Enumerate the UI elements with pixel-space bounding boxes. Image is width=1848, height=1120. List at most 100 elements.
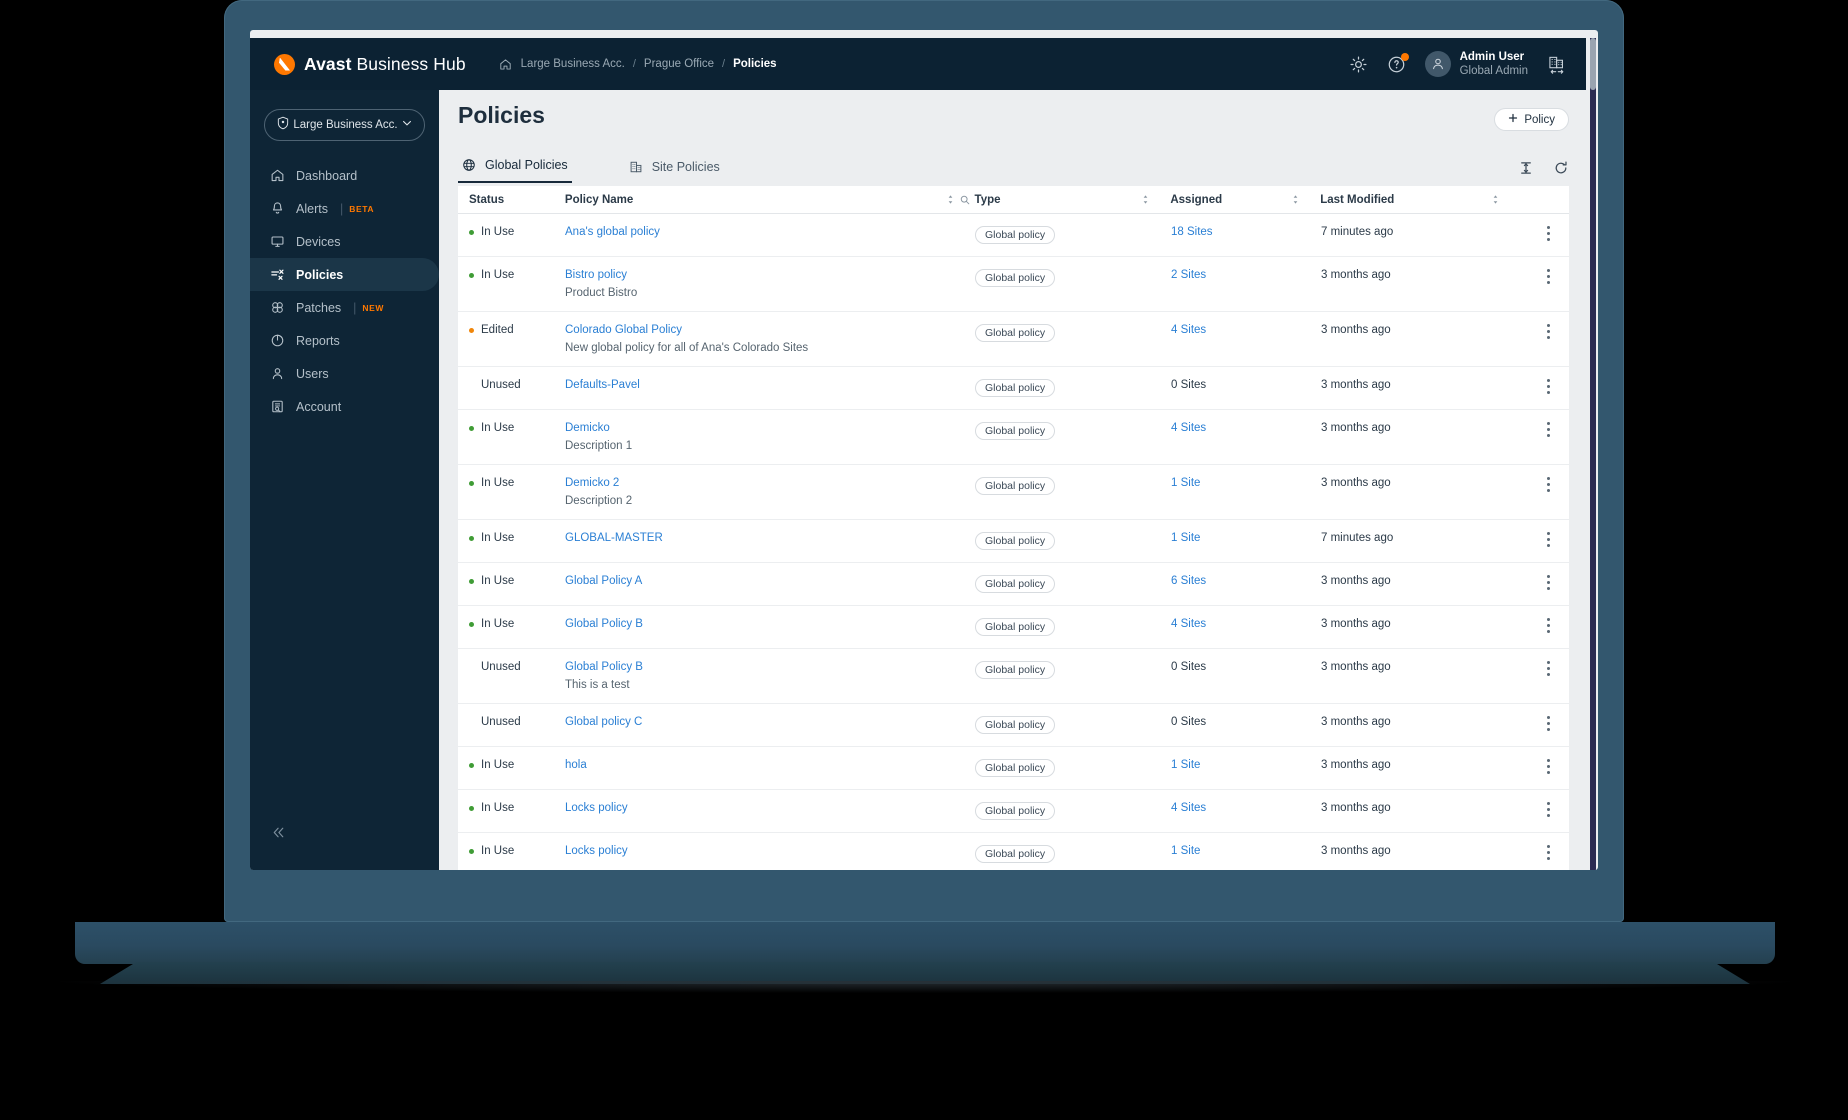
- help-circle-icon[interactable]: [1387, 52, 1409, 74]
- assigned-sites-link[interactable]: 18 Sites: [1171, 226, 1213, 238]
- policy-name-link[interactable]: hola: [565, 759, 587, 771]
- table-row[interactable]: In Use hola Global policy 1 Site 3 months ag…: [458, 747, 1569, 790]
- add-policy-button[interactable]: Policy: [1494, 108, 1569, 131]
- row-menu-kebab-icon[interactable]: [1547, 226, 1550, 241]
- sidebar-item-dashboard[interactable]: Dashboard: [250, 159, 439, 192]
- assigned-cell: 1 Site: [1160, 477, 1310, 489]
- assigned-sites-link[interactable]: 4 Sites: [1171, 802, 1206, 814]
- row-menu-kebab-icon[interactable]: [1547, 379, 1550, 394]
- patches-icon: [270, 300, 285, 315]
- row-menu-kebab-icon[interactable]: [1547, 618, 1550, 633]
- table-row[interactable]: In Use Ana's global policy Global policy 18…: [458, 214, 1569, 257]
- sort-icon[interactable]: [1292, 194, 1299, 205]
- policy-name-link[interactable]: Locks policy: [565, 845, 628, 857]
- row-menu-kebab-icon[interactable]: [1547, 845, 1550, 860]
- assigned-sites-link[interactable]: 1 Site: [1171, 759, 1200, 771]
- assigned-sites-link[interactable]: 4 Sites: [1171, 324, 1206, 336]
- sidebar-item-alerts[interactable]: Alerts | BETA: [250, 192, 439, 225]
- sort-icon[interactable]: [1492, 194, 1499, 205]
- row-menu-kebab-icon[interactable]: [1547, 324, 1550, 339]
- page-scrollbar-thumb[interactable]: [1590, 38, 1596, 90]
- policy-name-cell: GLOBAL-MASTER: [554, 532, 964, 544]
- policy-name-link[interactable]: Colorado Global Policy: [565, 324, 682, 336]
- policy-type-cell: Global policy: [964, 845, 1160, 863]
- sidebar-item-patches[interactable]: Patches | NEW: [250, 291, 439, 324]
- bell-icon: [270, 201, 285, 216]
- table-row[interactable]: Unused Global Policy B This is a test Globa…: [458, 649, 1569, 704]
- breadcrumb-item-0[interactable]: Large Business Acc.: [521, 58, 625, 70]
- row-height-icon[interactable]: [1518, 160, 1534, 176]
- sidebar-item-policies[interactable]: Policies: [250, 258, 439, 291]
- policy-name-link[interactable]: Global Policy B: [565, 661, 643, 673]
- policy-name-link[interactable]: Global policy C: [565, 716, 642, 728]
- sort-icon[interactable]: [947, 194, 954, 205]
- column-header-type[interactable]: Type: [964, 186, 1160, 213]
- table-row[interactable]: In Use Demicko 2 Description 2 Global polic…: [458, 465, 1569, 520]
- table-row[interactable]: In Use Demicko Description 1 Global policy 4…: [458, 410, 1569, 465]
- table-row[interactable]: In Use Locks policy Global policy 4 Sites 3 …: [458, 790, 1569, 833]
- row-menu-kebab-icon[interactable]: [1547, 575, 1550, 590]
- sidebar-item-reports[interactable]: Reports: [250, 324, 439, 357]
- assigned-sites-link[interactable]: 1 Site: [1171, 532, 1200, 544]
- policy-name-link[interactable]: Global Policy B: [565, 618, 643, 630]
- gear-icon[interactable]: [1349, 55, 1368, 74]
- user-menu[interactable]: Admin User Global Admin: [1424, 50, 1528, 79]
- table-row[interactable]: In Use Bistro policy Product Bistro Global …: [458, 257, 1569, 312]
- row-menu-kebab-icon[interactable]: [1547, 422, 1550, 437]
- tab-global-policies[interactable]: Global Policies: [458, 158, 572, 183]
- row-actions-cell: [1510, 802, 1569, 817]
- row-menu-kebab-icon[interactable]: [1547, 269, 1550, 284]
- column-header-last-modified[interactable]: Last Modified: [1309, 186, 1509, 213]
- user-role: Global Admin: [1459, 65, 1528, 77]
- account-switcher[interactable]: Large Business Acc.: [264, 109, 425, 141]
- breadcrumb-separator: /: [722, 58, 726, 70]
- sidebar-item-devices[interactable]: Devices: [250, 225, 439, 258]
- table-row[interactable]: Unused Global policy C Global policy 0 Site…: [458, 704, 1569, 747]
- breadcrumb-item-1[interactable]: Prague Office: [644, 58, 714, 70]
- table-header-row: Status Policy Name Type Assigned Last Mo…: [458, 186, 1569, 214]
- assigned-sites-link[interactable]: 4 Sites: [1171, 618, 1206, 630]
- policy-name-link[interactable]: Defaults-Pavel: [565, 379, 640, 391]
- table-row[interactable]: In Use Global Policy B Global policy 4 Site…: [458, 606, 1569, 649]
- refresh-icon[interactable]: [1553, 160, 1569, 176]
- policy-name-link[interactable]: Locks policy: [565, 802, 628, 814]
- assigned-sites-link[interactable]: 2 Sites: [1171, 269, 1206, 281]
- row-menu-kebab-icon[interactable]: [1547, 759, 1550, 774]
- page-scrollbar[interactable]: [1590, 38, 1596, 870]
- table-row[interactable]: In Use Global Policy A Global policy 6 Site…: [458, 563, 1569, 606]
- table-row[interactable]: In Use GLOBAL-MASTER Global policy 1 Site 7 …: [458, 520, 1569, 563]
- table-row[interactable]: Unused Defaults-Pavel Global policy 0 Sites…: [458, 367, 1569, 410]
- sort-icon[interactable]: [1142, 194, 1149, 205]
- column-header-policy-name[interactable]: Policy Name: [554, 186, 969, 213]
- status-cell: In Use: [458, 845, 554, 857]
- policy-name-link[interactable]: Ana's global policy: [565, 226, 660, 238]
- assigned-sites-link[interactable]: 6 Sites: [1171, 575, 1206, 587]
- brand-logo-wordmark[interactable]: Avast Business Hub: [274, 53, 466, 75]
- assigned-sites-link[interactable]: 1 Site: [1171, 845, 1200, 857]
- row-menu-kebab-icon[interactable]: [1547, 716, 1550, 731]
- laptop-shadow: [60, 981, 1790, 993]
- assigned-cell: 1 Site: [1160, 532, 1310, 544]
- policy-name-link[interactable]: Bistro policy: [565, 269, 627, 281]
- policy-name-cell: Demicko 2 Description 2: [554, 477, 964, 507]
- table-row[interactable]: Edited Colorado Global Policy New global p…: [458, 312, 1569, 367]
- policy-name-link[interactable]: GLOBAL-MASTER: [565, 532, 663, 544]
- policy-name-link[interactable]: Global Policy A: [565, 575, 642, 587]
- row-menu-kebab-icon[interactable]: [1547, 802, 1550, 817]
- policy-type-badge: Global policy: [975, 716, 1056, 734]
- assigned-sites-link[interactable]: 1 Site: [1171, 477, 1200, 489]
- table-row[interactable]: In Use Locks policy Global policy 1 Site 3 m…: [458, 833, 1569, 870]
- row-menu-kebab-icon[interactable]: [1547, 661, 1550, 676]
- sidebar-item-account[interactable]: Account: [250, 390, 439, 423]
- building-switch-icon[interactable]: [1547, 55, 1566, 74]
- column-header-assigned[interactable]: Assigned: [1159, 186, 1309, 213]
- sidebar-item-users[interactable]: Users: [250, 357, 439, 390]
- policy-name-link[interactable]: Demicko: [565, 422, 610, 434]
- row-menu-kebab-icon[interactable]: [1547, 532, 1550, 547]
- assigned-cell: 4 Sites: [1160, 324, 1310, 336]
- assigned-sites-link[interactable]: 4 Sites: [1171, 422, 1206, 434]
- sidebar-collapse-button[interactable]: [270, 824, 287, 844]
- tab-site-policies[interactable]: Site Policies: [625, 160, 724, 183]
- row-menu-kebab-icon[interactable]: [1547, 477, 1550, 492]
- policy-name-link[interactable]: Demicko 2: [565, 477, 619, 489]
